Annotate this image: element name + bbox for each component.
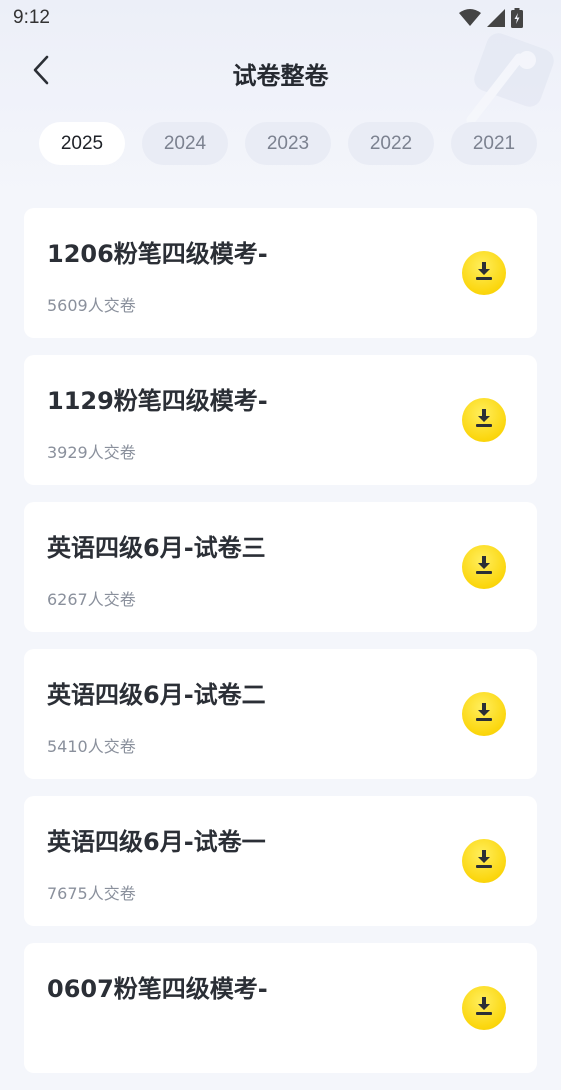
download-icon	[472, 259, 496, 287]
paper-card[interactable]: 0607粉笔四级模考-	[24, 943, 537, 1073]
download-button[interactable]	[462, 839, 506, 883]
paper-submitted-count: 7675人交卷	[47, 884, 136, 903]
download-button[interactable]	[462, 545, 506, 589]
tab-2022[interactable]: 2022	[348, 122, 434, 165]
tab-2021[interactable]: 2021	[451, 122, 537, 165]
status-bar: 9:12	[0, 0, 561, 38]
paper-list: 1206粉笔四级模考- 5609人交卷 1129粉笔四级模考- 3929人交卷 …	[24, 208, 537, 1090]
download-icon	[472, 553, 496, 581]
paper-submitted-count: 5410人交卷	[47, 737, 136, 756]
paper-card[interactable]: 英语四级6月-试卷三 6267人交卷	[24, 502, 537, 632]
tab-2024[interactable]: 2024	[142, 122, 228, 165]
paper-title: 1206粉笔四级模考-	[47, 240, 268, 268]
download-icon	[472, 406, 496, 434]
status-time: 9:12	[13, 7, 50, 28]
download-button[interactable]	[462, 398, 506, 442]
tab-2023[interactable]: 2023	[245, 122, 331, 165]
tab-2025[interactable]: 2025	[39, 122, 125, 165]
download-icon	[472, 847, 496, 875]
paper-card[interactable]: 英语四级6月-试卷二 5410人交卷	[24, 649, 537, 779]
download-button[interactable]	[462, 692, 506, 736]
paper-title: 英语四级6月-试卷三	[47, 534, 266, 562]
battery-icon	[511, 8, 523, 32]
paper-card[interactable]: 英语四级6月-试卷一 7675人交卷	[24, 796, 537, 926]
paper-submitted-count: 6267人交卷	[47, 590, 136, 609]
signal-icon	[487, 9, 505, 31]
page-title: 试卷整卷	[232, 62, 329, 90]
paper-submitted-count: 3929人交卷	[47, 443, 136, 462]
paper-title: 英语四级6月-试卷二	[47, 681, 266, 709]
navigation-bar: 试卷整卷	[0, 42, 561, 102]
paper-card[interactable]: 1206粉笔四级模考- 5609人交卷	[24, 208, 537, 338]
paper-title: 1129粉笔四级模考-	[47, 387, 268, 415]
wifi-icon	[459, 9, 481, 31]
paper-submitted-count: 5609人交卷	[47, 296, 136, 315]
paper-card[interactable]: 1129粉笔四级模考- 3929人交卷	[24, 355, 537, 485]
year-tabs: 2025 2024 2023 2022 2021	[39, 122, 537, 165]
paper-title: 英语四级6月-试卷一	[47, 828, 266, 856]
download-button[interactable]	[462, 986, 506, 1030]
download-icon	[472, 700, 496, 728]
download-icon	[472, 994, 496, 1022]
download-button[interactable]	[462, 251, 506, 295]
